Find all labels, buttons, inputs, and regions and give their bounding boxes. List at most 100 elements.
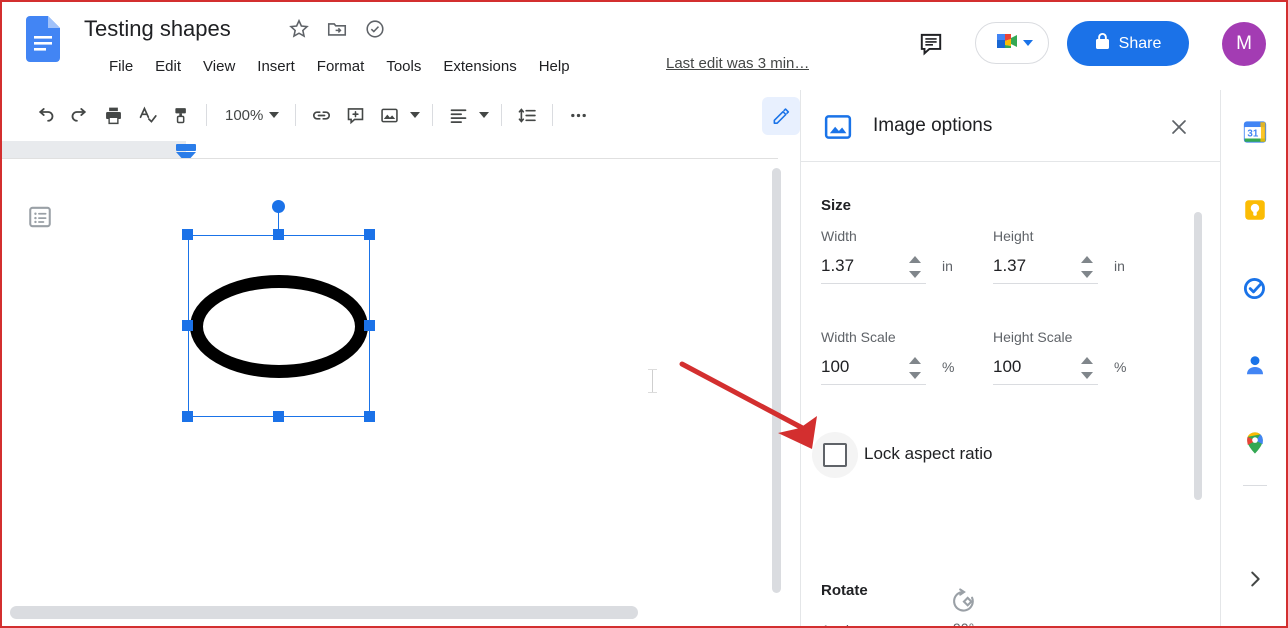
- align-dropdown-icon[interactable]: [475, 98, 493, 132]
- insert-image-icon[interactable]: [372, 98, 406, 132]
- toolbar-divider: [295, 104, 296, 126]
- rail-divider: [1243, 485, 1267, 486]
- resize-handle-top-left[interactable]: [182, 229, 193, 240]
- menu-format[interactable]: Format: [306, 54, 376, 80]
- text-cursor: [652, 370, 653, 392]
- height-label: Height: [993, 228, 1033, 244]
- resize-handle-middle-right[interactable]: [364, 320, 375, 331]
- menu-tools[interactable]: Tools: [375, 54, 432, 80]
- insert-link-icon[interactable]: [304, 98, 338, 132]
- last-edit-status[interactable]: Last edit was 3 min…: [666, 55, 809, 72]
- ellipse-shape[interactable]: [190, 275, 368, 378]
- width-stepper[interactable]: [909, 256, 922, 278]
- cloud-saved-icon[interactable]: [364, 18, 386, 40]
- panel-scrollbar[interactable]: [1194, 212, 1202, 500]
- menu-edit[interactable]: Edit: [144, 54, 192, 80]
- google-docs-logo-icon[interactable]: [26, 16, 60, 62]
- width-scale-unit: %: [942, 359, 954, 375]
- height-scale-stepper[interactable]: [1081, 357, 1094, 379]
- paint-format-icon[interactable]: [164, 98, 198, 132]
- resize-handle-top-center[interactable]: [273, 229, 284, 240]
- menu-help[interactable]: Help: [528, 54, 581, 80]
- google-tasks-icon[interactable]: [1238, 271, 1272, 305]
- google-meet-icon: [992, 30, 1020, 57]
- resize-handle-bottom-center[interactable]: [273, 411, 284, 422]
- menu-insert[interactable]: Insert: [246, 54, 306, 80]
- share-button-label: Share: [1119, 35, 1162, 53]
- resize-handle-bottom-right[interactable]: [364, 411, 375, 422]
- document-vertical-scrollbar[interactable]: [772, 168, 781, 593]
- image-options-panel: Image options Size Width in Height in: [800, 90, 1220, 628]
- rotate-90-label: 90°: [953, 620, 974, 628]
- avatar-initial: M: [1236, 33, 1252, 55]
- toolbar-divider: [501, 104, 502, 126]
- star-icon[interactable]: [288, 18, 310, 40]
- google-docs-window: Testing shapes File: [0, 0, 1288, 628]
- toolbar-divider: [432, 104, 433, 126]
- expand-side-panel-icon[interactable]: [1238, 562, 1272, 596]
- document-canvas[interactable]: [0, 158, 778, 598]
- share-button[interactable]: Share: [1067, 21, 1189, 66]
- height-unit: in: [1114, 258, 1125, 274]
- chevron-down-icon: [410, 112, 420, 118]
- toolbar-divider: [552, 104, 553, 126]
- insert-image-dropdown-icon[interactable]: [406, 98, 424, 132]
- rotate-90-button[interactable]: [944, 582, 982, 620]
- line-spacing-icon[interactable]: [510, 98, 544, 132]
- resize-handle-top-right[interactable]: [364, 229, 375, 240]
- width-scale-stepper[interactable]: [909, 357, 922, 379]
- lock-aspect-ratio-checkbox[interactable]: [823, 443, 847, 467]
- menu-file[interactable]: File: [98, 54, 144, 80]
- document-title[interactable]: Testing shapes: [84, 15, 231, 43]
- menu-view[interactable]: View: [192, 54, 246, 80]
- width-field[interactable]: [821, 250, 926, 284]
- close-icon[interactable]: [1164, 112, 1194, 142]
- more-options-icon[interactable]: [561, 98, 595, 132]
- redo-icon[interactable]: [62, 98, 96, 132]
- editing-mode-button[interactable]: [762, 97, 800, 135]
- rotation-handle[interactable]: [272, 200, 285, 213]
- main-toolbar: 100%: [0, 90, 800, 140]
- app-header: Testing shapes File: [0, 0, 1288, 90]
- user-avatar[interactable]: M: [1222, 22, 1266, 66]
- google-calendar-icon[interactable]: 31: [1238, 115, 1272, 149]
- menu-extensions[interactable]: Extensions: [432, 54, 527, 80]
- google-contacts-icon[interactable]: [1238, 348, 1272, 382]
- align-icon[interactable]: [441, 98, 475, 132]
- undo-icon[interactable]: [28, 98, 62, 132]
- height-input[interactable]: [993, 250, 1065, 282]
- first-line-indent-marker[interactable]: [176, 144, 196, 151]
- title-action-icons: [288, 18, 386, 40]
- width-scale-input[interactable]: [821, 351, 893, 383]
- zoom-level-select[interactable]: 100%: [215, 103, 287, 128]
- text-cursor-bottom: [648, 392, 657, 393]
- width-scale-field[interactable]: [821, 351, 926, 385]
- print-icon[interactable]: [96, 98, 130, 132]
- add-comment-icon[interactable]: [338, 98, 372, 132]
- size-section-heading: Size: [821, 197, 851, 214]
- height-stepper[interactable]: [1081, 256, 1094, 278]
- show-document-outline-icon[interactable]: [26, 203, 54, 231]
- selected-shape[interactable]: [188, 235, 370, 417]
- google-keep-icon[interactable]: [1238, 193, 1272, 227]
- height-field[interactable]: [993, 250, 1098, 284]
- google-maps-icon[interactable]: [1238, 426, 1272, 460]
- spelling-check-icon[interactable]: [130, 98, 164, 132]
- google-meet-button[interactable]: [975, 22, 1049, 64]
- height-scale-field[interactable]: [993, 351, 1098, 385]
- height-scale-input[interactable]: [993, 351, 1065, 383]
- height-scale-unit: %: [1114, 359, 1126, 375]
- lock-aspect-ratio-row[interactable]: Lock aspect ratio: [812, 432, 1062, 478]
- comment-history-button[interactable]: [912, 24, 950, 62]
- angle-label: Angle: [821, 622, 857, 628]
- resize-handle-middle-left[interactable]: [182, 320, 193, 331]
- width-label: Width: [821, 228, 857, 244]
- move-to-folder-icon[interactable]: [326, 18, 348, 40]
- width-input[interactable]: [821, 250, 893, 282]
- width-scale-label: Width Scale: [821, 329, 896, 345]
- document-horizontal-scrollbar-thumb[interactable]: [10, 606, 638, 619]
- width-unit: in: [942, 258, 953, 274]
- image-options-panel-body: Size Width in Height in Width Scale % He…: [801, 162, 1221, 628]
- resize-handle-bottom-left[interactable]: [182, 411, 193, 422]
- image-options-panel-header: Image options: [801, 90, 1220, 162]
